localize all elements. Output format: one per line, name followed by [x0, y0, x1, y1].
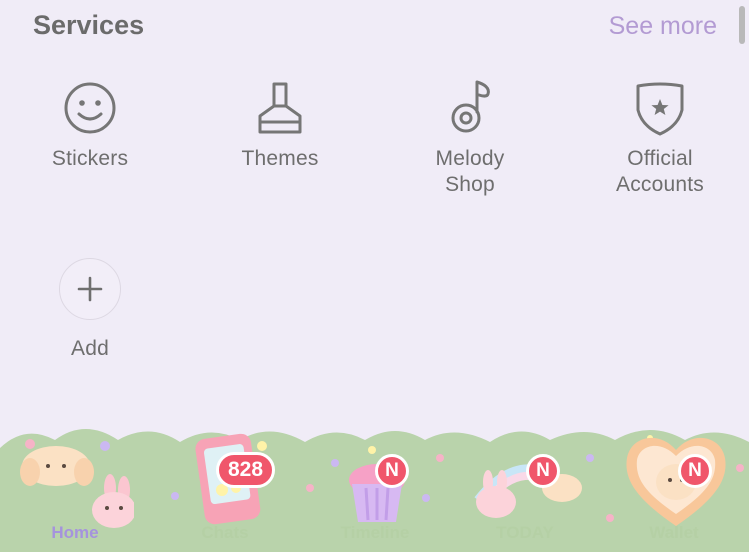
- heart-frame-illustration-icon: [626, 437, 726, 526]
- new-badge: N: [375, 454, 409, 488]
- services-title: Services: [33, 10, 145, 40]
- service-official-accounts[interactable]: Official Accounts: [580, 80, 740, 198]
- service-label: Stickers: [51, 147, 129, 170]
- service-add[interactable]: Add: [10, 258, 170, 362]
- tab-label: Home: [51, 523, 99, 542]
- bottom-tab-bar: Home 828 Chats N Timeline N TODAY N Wall…: [0, 418, 749, 552]
- bunny-illustration-icon: [20, 446, 134, 528]
- service-label: Add: [71, 337, 109, 360]
- music-note-icon: [451, 80, 490, 133]
- new-badge: N: [678, 454, 712, 488]
- service-label: Melody Shop: [435, 147, 505, 196]
- service-label: Themes: [241, 147, 319, 170]
- tab-chats[interactable]: 828 Chats: [150, 418, 300, 552]
- tab-today[interactable]: N TODAY: [450, 418, 600, 552]
- service-label: Official Accounts: [616, 147, 704, 196]
- smiley-icon: [64, 82, 116, 134]
- new-badge: N: [526, 454, 560, 488]
- scrollbar[interactable]: [739, 6, 745, 44]
- tab-label: Timeline: [340, 523, 410, 542]
- tab-label: TODAY: [496, 523, 554, 542]
- shield-star-icon: [636, 82, 684, 136]
- tab-label: Wallet: [649, 523, 699, 542]
- add-button[interactable]: [59, 258, 121, 320]
- unread-count-badge: 828: [216, 452, 276, 488]
- service-stickers[interactable]: Stickers: [10, 80, 170, 172]
- tab-timeline[interactable]: N Timeline: [300, 418, 450, 552]
- see-more-link[interactable]: See more: [609, 12, 717, 41]
- tab-label: Chats: [201, 523, 249, 542]
- paintbrush-icon: [258, 82, 302, 134]
- tab-home[interactable]: Home: [0, 418, 150, 552]
- service-themes[interactable]: Themes: [200, 80, 360, 172]
- service-melody-shop[interactable]: Melody Shop: [390, 78, 550, 198]
- tab-wallet[interactable]: N Wallet: [599, 418, 749, 552]
- plus-icon: [77, 276, 103, 302]
